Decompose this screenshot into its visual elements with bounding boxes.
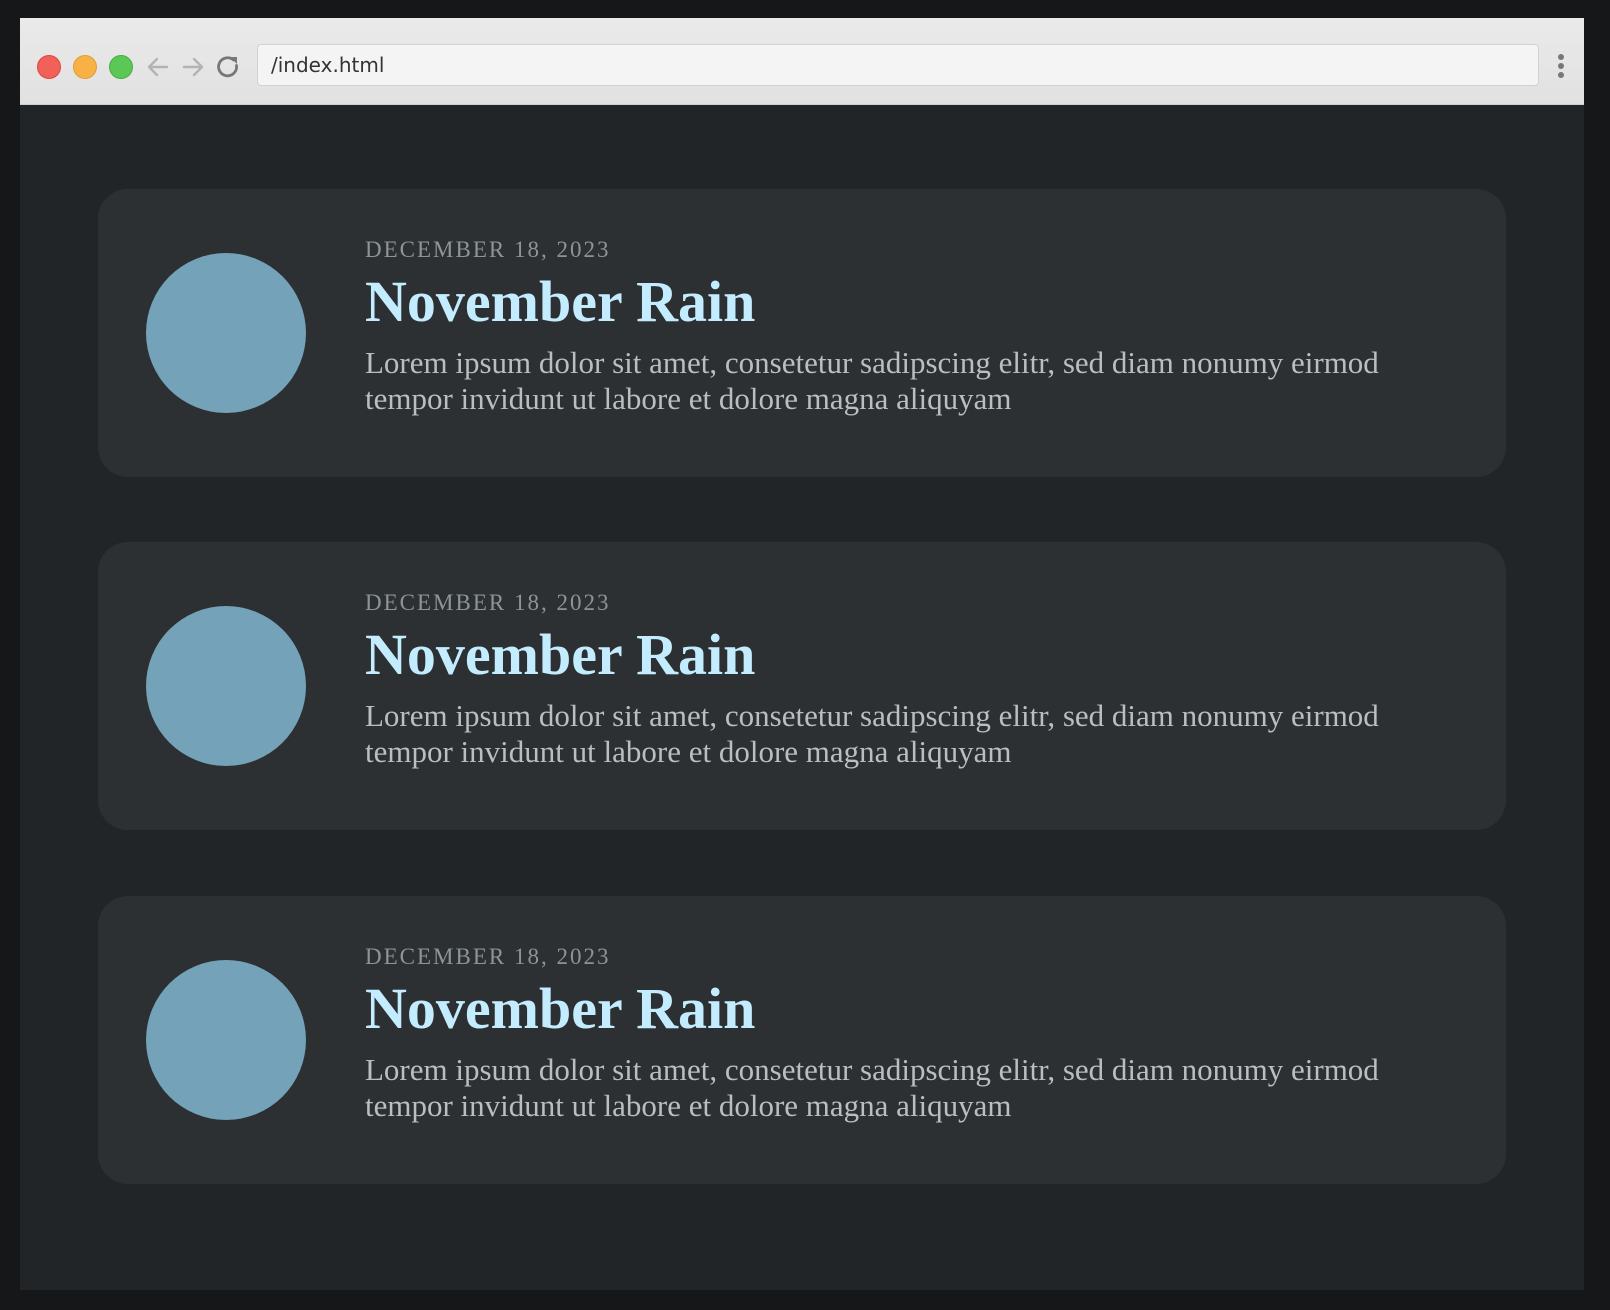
avatar xyxy=(146,253,306,413)
post-excerpt: Lorem ipsum dolor sit amet, consetetur s… xyxy=(365,698,1379,769)
post-title[interactable]: November Rain xyxy=(365,976,1445,1042)
forward-button[interactable] xyxy=(179,53,207,81)
post-card-text: DECEMBER 18, 2023 November Rain Lorem ip… xyxy=(365,235,1445,417)
post-date: DECEMBER 18, 2023 xyxy=(365,237,611,262)
arrow-right-icon xyxy=(182,57,204,77)
post-card-text: DECEMBER 18, 2023 November Rain Lorem ip… xyxy=(365,942,1445,1124)
post-card[interactable]: DECEMBER 18, 2023 November Rain Lorem ip… xyxy=(98,189,1506,477)
arrow-left-icon xyxy=(147,57,169,77)
post-title[interactable]: November Rain xyxy=(365,622,1445,688)
post-date: DECEMBER 18, 2023 xyxy=(365,590,611,615)
avatar xyxy=(146,960,306,1120)
post-excerpt: Lorem ipsum dolor sit amet, consetetur s… xyxy=(365,345,1379,416)
post-card-text: DECEMBER 18, 2023 November Rain Lorem ip… xyxy=(365,588,1445,770)
post-title[interactable]: November Rain xyxy=(365,269,1445,335)
address-bar-url: /index.html xyxy=(271,53,385,77)
avatar xyxy=(146,606,306,766)
maximize-window-button[interactable] xyxy=(109,55,133,79)
post-card[interactable]: DECEMBER 18, 2023 November Rain Lorem ip… xyxy=(98,542,1506,830)
reload-button[interactable] xyxy=(214,53,242,81)
close-window-button[interactable] xyxy=(37,55,61,79)
address-bar[interactable]: /index.html xyxy=(257,44,1539,86)
vertical-dots-icon xyxy=(1555,54,1567,78)
browser-menu-button[interactable] xyxy=(1555,54,1567,82)
post-excerpt: Lorem ipsum dolor sit amet, consetetur s… xyxy=(365,1052,1379,1123)
browser-window: /index.html DECEMBER 18, 2023 November R… xyxy=(20,18,1584,1290)
back-button[interactable] xyxy=(144,53,172,81)
minimize-window-button[interactable] xyxy=(73,55,97,79)
page-content: DECEMBER 18, 2023 November Rain Lorem ip… xyxy=(20,105,1584,1290)
reload-icon xyxy=(217,56,238,78)
browser-toolbar: /index.html xyxy=(20,18,1584,105)
post-card[interactable]: DECEMBER 18, 2023 November Rain Lorem ip… xyxy=(98,896,1506,1184)
post-date: DECEMBER 18, 2023 xyxy=(365,944,611,969)
